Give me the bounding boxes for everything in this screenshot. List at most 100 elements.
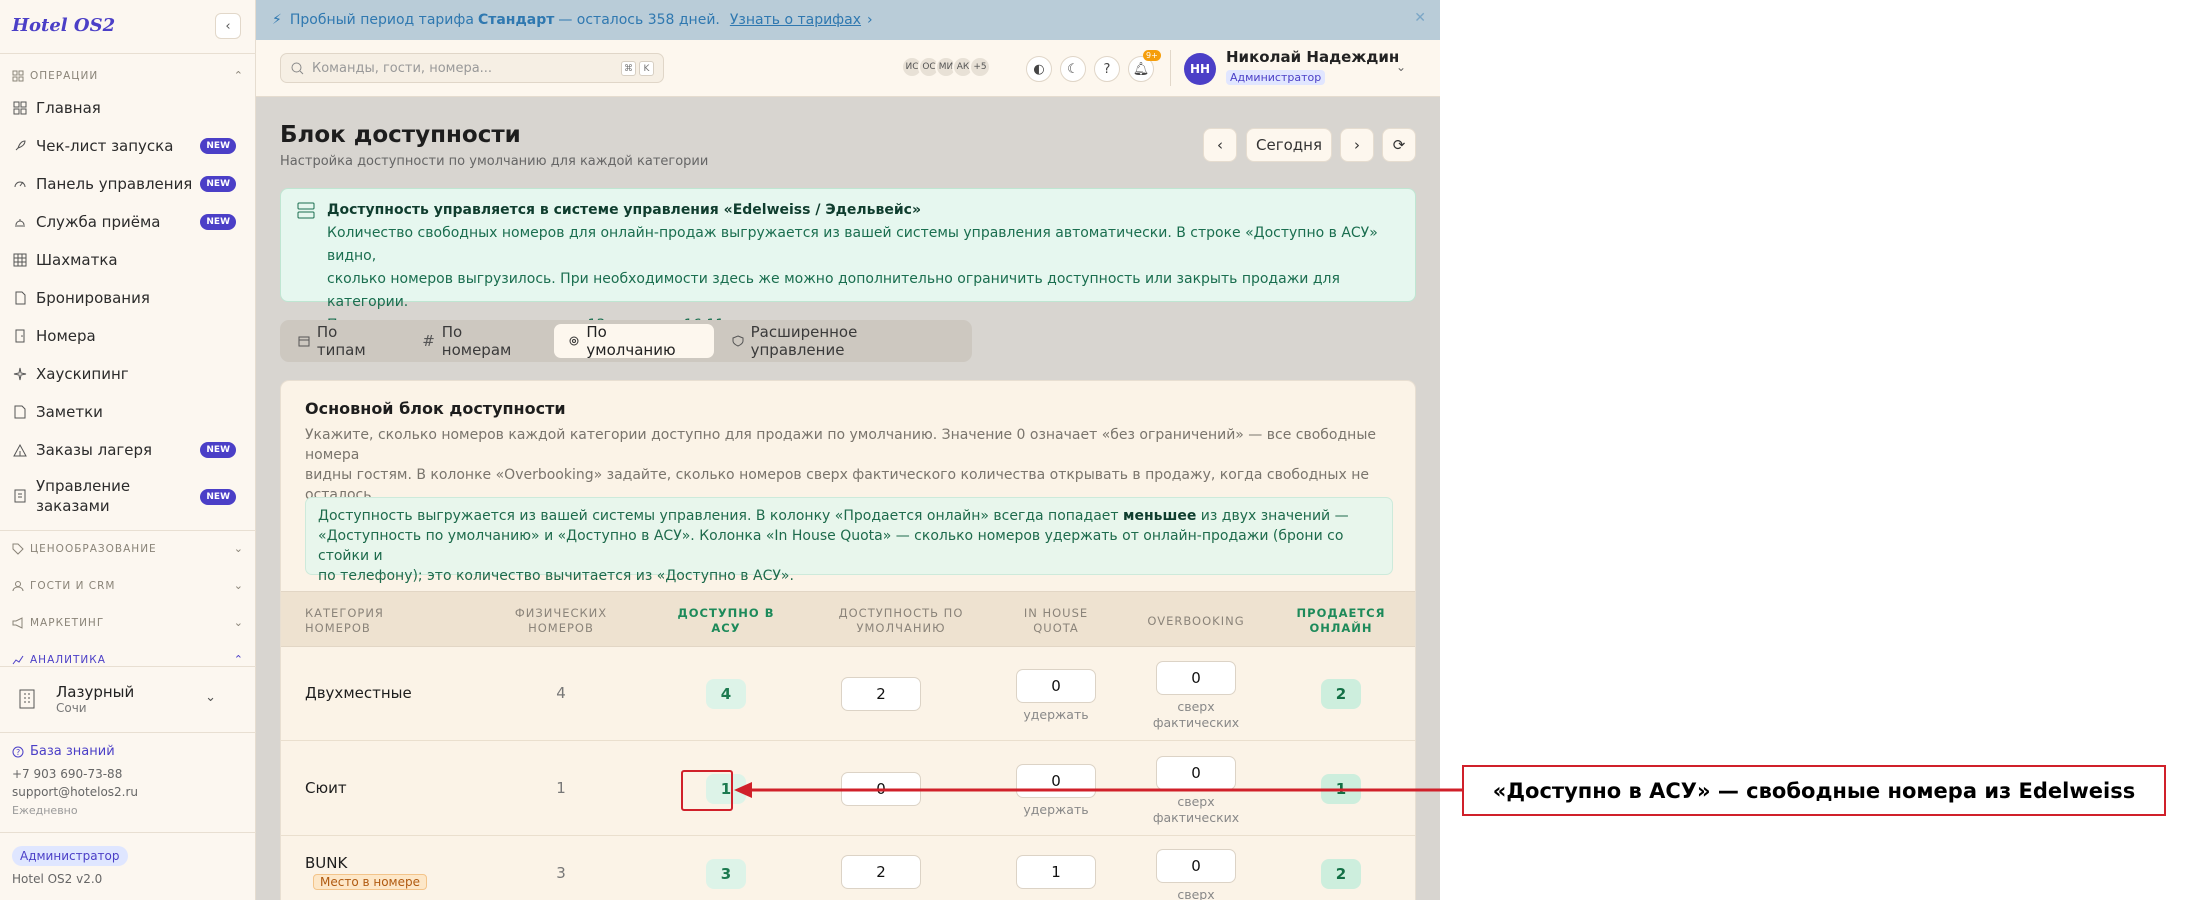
sidebar-item-label: Шахматка xyxy=(36,251,118,269)
col-sold-online: ПРОДАЕТСЯ ОНЛАЙН xyxy=(1296,606,1386,635)
chevron-up-icon: ⌃ xyxy=(233,69,244,82)
sidebar-item-label: Заметки xyxy=(36,403,103,421)
refresh-icon: ⟳ xyxy=(1392,136,1406,154)
table-header: КАТЕГОРИЯ НОМЕРОВ ФИЗИЧЕСКИХ НОМЕРОВ ДОСТУ… xyxy=(281,591,1415,647)
chevron-up-icon: ⌃ xyxy=(233,653,244,666)
kbd-cmd: ⌘ xyxy=(621,61,636,76)
lightning-icon: ⚡ xyxy=(272,12,282,28)
sidebar-item-order-management[interactable]: Управление заказами NEW xyxy=(12,476,244,522)
brand-logo[interactable]: Hotel OS2 xyxy=(12,15,115,36)
tariffs-link[interactable]: Узнать о тарифах xyxy=(730,12,861,28)
hotel-info: Лазурный Сочи xyxy=(56,683,134,715)
palette-icon: ◐ xyxy=(1033,61,1045,77)
tab-advanced[interactable]: Расширенное управление xyxy=(718,323,968,359)
page-subtitle: Настройка доступности по умолчанию для к… xyxy=(280,154,709,169)
sidebar-item-rooms[interactable]: Номера xyxy=(12,319,244,353)
next-button[interactable]: › xyxy=(1340,128,1374,162)
collapse-sidebar-button[interactable]: ‹ xyxy=(215,13,241,39)
sidebar-item-housekeeping[interactable]: Хаускипинг xyxy=(12,357,244,391)
pms-info-box: Доступность управляется в системе управл… xyxy=(280,188,1416,333)
view-tabs: По типам # По номерам По умолчанию Расшир… xyxy=(280,320,972,362)
search-icon xyxy=(291,62,304,74)
in-house-quota-input[interactable]: 0 xyxy=(1016,669,1096,703)
support-hours: Ежедневно xyxy=(12,804,78,817)
user-name[interactable]: Николай Надеждин xyxy=(1226,48,1399,66)
desc-line: Укажите, сколько номеров каждой категори… xyxy=(305,427,1376,463)
notifications-button[interactable]: 🔔︎ 9+ xyxy=(1128,50,1161,82)
tab-label: По номерам xyxy=(441,323,512,359)
section-label: ГОСТИ И CRM xyxy=(30,580,116,592)
tab-by-rooms[interactable]: # По номерам xyxy=(408,323,549,359)
refresh-button[interactable]: ⟳ xyxy=(1382,128,1416,162)
in-house-quota-input[interactable]: 1 xyxy=(1016,855,1096,889)
sidebar-item-bookings[interactable]: Бронирования xyxy=(12,281,244,315)
physical-rooms: 4 xyxy=(556,684,566,702)
sidebar-item-notes[interactable]: Заметки xyxy=(12,395,244,429)
overbooking-input[interactable]: 0 xyxy=(1156,849,1236,883)
close-banner-icon[interactable]: ✕ xyxy=(1414,10,1426,26)
support-phone[interactable]: +7 903 690-73-88 xyxy=(12,767,122,781)
sidebar-item-label: Хаускипинг xyxy=(36,365,129,383)
user-avatar[interactable]: НН xyxy=(1184,53,1216,85)
hotel-switcher[interactable]: Лазурный Сочи ⌄ xyxy=(12,674,244,724)
gear-icon xyxy=(569,336,579,346)
sold-online-value: 2 xyxy=(1321,859,1361,889)
theme-palette-button[interactable]: ◐ xyxy=(1026,56,1052,82)
note-text: «Доступность по умолчанию» и «Доступно в… xyxy=(318,528,1344,564)
overbooking-input[interactable]: 0 xyxy=(1156,661,1236,695)
document-icon xyxy=(12,290,28,306)
section-label: ЦЕНООБРАЗОВАНИЕ xyxy=(30,543,157,555)
sidebar-item-launch-checklist[interactable]: Чек-лист запуска NEW xyxy=(12,129,244,163)
sidebar-item-chessboard[interactable]: Шахматка xyxy=(12,243,244,277)
sold-online-value: 2 xyxy=(1321,679,1361,709)
avatar-more: +5 xyxy=(969,56,991,78)
physical-rooms: 1 xyxy=(556,779,566,797)
sidebar-item-front-desk[interactable]: Служба приёма NEW xyxy=(12,205,244,239)
knowledge-base-link[interactable]: ? База знаний xyxy=(12,744,115,759)
new-badge: NEW xyxy=(200,442,236,458)
help-button[interactable]: ? xyxy=(1094,56,1120,82)
sidebar-item-label: Заказы лагеря xyxy=(36,441,153,459)
banner-days-left: — осталось 358 дней. xyxy=(558,12,720,28)
info-title: Доступность управляется в системе управл… xyxy=(327,202,922,218)
tent-icon xyxy=(12,442,28,458)
tab-by-types[interactable]: По типам xyxy=(284,323,404,359)
app-version: Hotel OS2 v2.0 xyxy=(12,872,103,886)
online-users[interactable]: ИС ОС МИ АК +5 xyxy=(901,56,991,78)
section-operations[interactable]: ОПЕРАЦИИ ⌃ xyxy=(12,67,244,85)
divider xyxy=(0,530,256,531)
section-pricing[interactable]: ЦЕНООБРАЗОВАНИЕ ⌄ xyxy=(12,540,244,558)
default-availability-input[interactable]: 0 xyxy=(841,772,921,806)
col-category: КАТЕГОРИЯ НОМЕРОВ xyxy=(305,606,384,635)
prev-button[interactable]: ‹ xyxy=(1203,128,1237,162)
default-availability-input[interactable]: 2 xyxy=(841,855,921,889)
section-guests-crm[interactable]: ГОСТИ И CRM ⌄ xyxy=(12,577,244,595)
desc-line: видны гостям. В колонке «Overbooking» за… xyxy=(305,467,1369,483)
default-availability-input[interactable]: 2 xyxy=(841,677,921,711)
quota-hint: удержать xyxy=(1023,707,1089,722)
category-name: BUNK xyxy=(305,854,348,872)
dark-mode-button[interactable]: ☾ xyxy=(1060,56,1086,82)
section-label: АНАЛИТИКА xyxy=(30,654,106,666)
sidebar-item-label: Чек-лист запуска xyxy=(36,137,174,155)
chevron-down-icon[interactable]: ⌄ xyxy=(1396,60,1406,74)
command-search-input[interactable]: Команды, гости, номера... ⌘ K xyxy=(280,53,664,83)
chevron-down-icon: ⌄ xyxy=(233,542,244,555)
banner-plan: Стандарт xyxy=(477,12,555,28)
today-button[interactable]: Сегодня xyxy=(1246,128,1332,162)
in-house-quota-input[interactable]: 0 xyxy=(1016,764,1096,798)
support-email[interactable]: support@hotelos2.ru xyxy=(12,785,138,799)
banner-text: Пробный период тарифа xyxy=(289,12,474,28)
search-placeholder: Команды, гости, номера... xyxy=(312,60,493,76)
sidebar-item-camp-orders[interactable]: Заказы лагеря NEW xyxy=(12,433,244,467)
sidebar-item-dashboard[interactable]: Панель управления NEW xyxy=(12,167,244,201)
section-marketing[interactable]: МАРКЕТИНГ ⌄ xyxy=(12,614,244,632)
sold-online-value: 1 xyxy=(1321,774,1361,804)
tab-default[interactable]: По умолчанию xyxy=(553,323,714,359)
help-icon: ? xyxy=(1103,61,1111,77)
overbooking-input[interactable]: 0 xyxy=(1156,756,1236,790)
sidebar-item-home[interactable]: Главная xyxy=(12,91,244,125)
new-badge: NEW xyxy=(200,138,236,154)
sidebar-item-label: Бронирования xyxy=(36,289,150,307)
grid-icon xyxy=(12,100,28,116)
